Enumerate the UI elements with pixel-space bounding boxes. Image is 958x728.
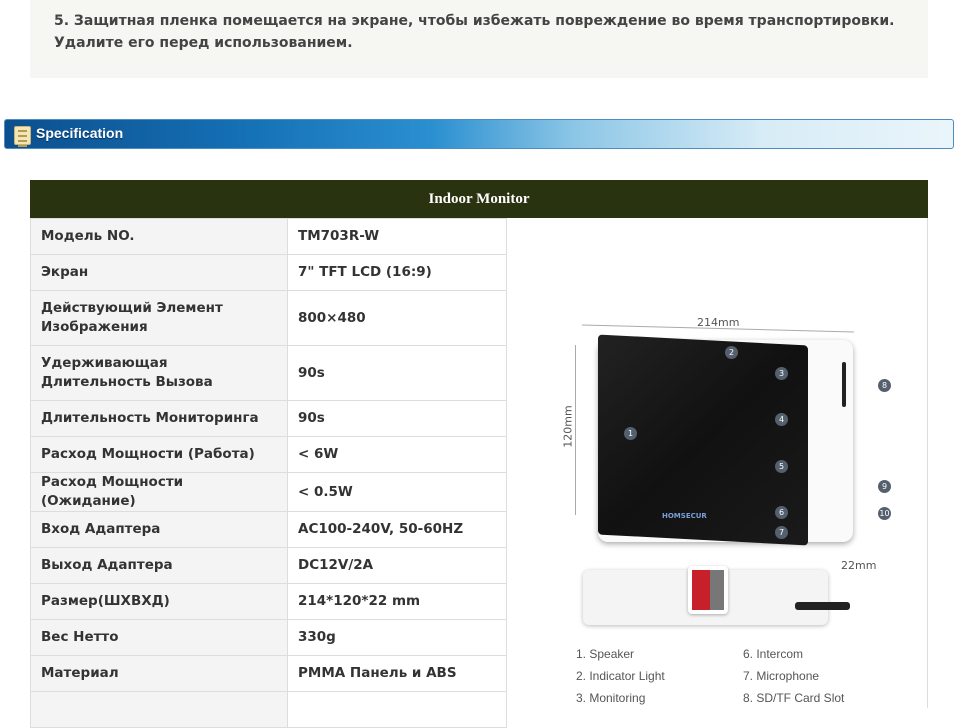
- spec-value: 214*120*22 mm: [287, 583, 507, 620]
- height-dim: 120mm: [561, 405, 575, 448]
- spec-label: Расход Мощности (Работа): [30, 436, 288, 473]
- sd-card-image: [688, 566, 728, 614]
- spec-value: 90s: [287, 345, 507, 401]
- table-row: Расход Мощности (Ожидание) < 0.5W: [30, 472, 507, 512]
- legend-item: 7. Microphone: [743, 669, 820, 683]
- document-icon: [14, 126, 31, 147]
- table-row: Экран 7" TFT LCD (16:9): [30, 254, 507, 291]
- spec-value: [287, 691, 507, 728]
- spec-label: Экран: [30, 254, 288, 291]
- spec-label: Выход Адаптера: [30, 547, 288, 584]
- table-row: Вес Нетто 330g: [30, 619, 507, 656]
- table-row: Вход Адаптера AC100-240V, 50-60HZ: [30, 511, 507, 548]
- callout-marker: 9: [878, 480, 891, 493]
- spec-value: 7" TFT LCD (16:9): [287, 254, 507, 291]
- legend-item: 3. Monitoring: [576, 691, 646, 705]
- spec-label: Размер(ШХВХД): [30, 583, 288, 620]
- spec-value: 800×480: [287, 290, 507, 346]
- depth-dim: 22mm: [841, 559, 877, 572]
- table-row: Модель NO. TM703R-W: [30, 218, 507, 255]
- spec-value: 90s: [287, 400, 507, 437]
- legend-item: 8. SD/TF Card Slot: [743, 691, 845, 705]
- spec-table: Модель NO. TM703R-W Экран 7" TFT LCD (16:9)…: [30, 218, 507, 728]
- callout-marker: 7: [775, 526, 788, 539]
- callout-marker: 4: [775, 413, 788, 426]
- callout-marker: 2: [725, 346, 738, 359]
- table-title: Indoor Monitor: [30, 180, 928, 218]
- spec-value: DC12V/2A: [287, 547, 507, 584]
- callout-marker: 10: [878, 507, 891, 520]
- spec-value: < 0.5W: [287, 472, 507, 512]
- spec-label: Модель NO.: [30, 218, 288, 255]
- spec-value: AC100-240V, 50-60HZ: [287, 511, 507, 548]
- brand-logo: HOMSECUR: [662, 512, 707, 520]
- spec-label: Длительность Мониторинга: [30, 400, 288, 437]
- spec-label: [30, 691, 288, 728]
- callout-marker: 5: [775, 460, 788, 473]
- callout-marker: 3: [775, 367, 788, 380]
- monitor-device: [598, 334, 853, 546]
- table-row: Материал PMMA Панель и ABS: [30, 655, 507, 692]
- spec-label: Вход Адаптера: [30, 511, 288, 548]
- spec-label: Расход Мощности (Ожидание): [30, 472, 288, 512]
- spec-label: Удерживающая Длительность Вызова: [30, 345, 288, 401]
- spec-label: Действующий Элемент Изображения: [30, 290, 288, 346]
- table-row: Удерживающая Длительность Вызова 90s: [30, 345, 507, 401]
- section-title: Specification: [36, 125, 124, 141]
- table-row: [30, 691, 507, 728]
- legend-item: 6. Intercom: [743, 647, 804, 661]
- spec-value: PMMA Панель и ABS: [287, 655, 507, 692]
- note-text: 5. Защитная пленка помещается на экране,…: [30, 0, 928, 78]
- table-row: Выход Адаптера DC12V/2A: [30, 547, 507, 584]
- legend-item: 1. Speaker: [576, 647, 635, 661]
- section-banner: Specification: [4, 119, 954, 149]
- table-row: Действующий Элемент Изображения 800×480: [30, 290, 507, 346]
- spec-value: 330g: [287, 619, 507, 656]
- callout-marker: 8: [878, 379, 891, 392]
- callout-marker: 1: [624, 427, 637, 440]
- callout-marker: 6: [775, 506, 788, 519]
- spec-value: TM703R-W: [287, 218, 507, 255]
- spec-label: Материал: [30, 655, 288, 692]
- table-row: Расход Мощности (Работа) < 6W: [30, 436, 507, 473]
- table-row: Размер(ШХВХД) 214*120*22 mm: [30, 583, 507, 620]
- table-row: Длительность Мониторинга 90s: [30, 400, 507, 437]
- spec-value: < 6W: [287, 436, 507, 473]
- legend-item: 2. Indicator Light: [576, 669, 665, 683]
- spec-label: Вес Нетто: [30, 619, 288, 656]
